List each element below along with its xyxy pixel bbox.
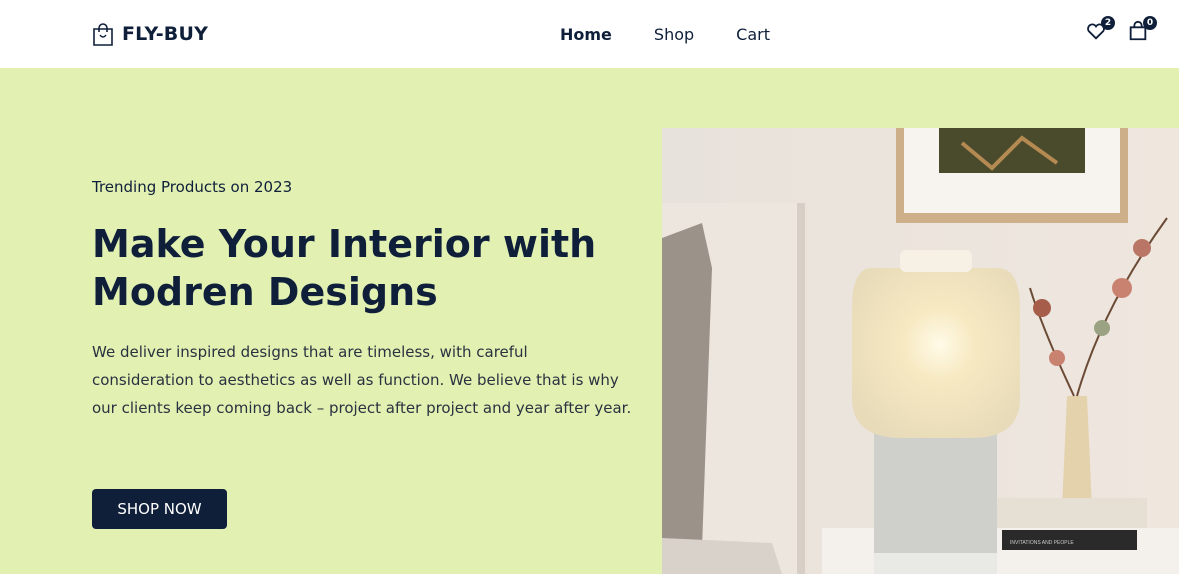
cart-button[interactable]: 0 xyxy=(1127,16,1157,42)
shopping-bag-icon xyxy=(92,22,114,46)
hero-description: We deliver inspired designs that are tim… xyxy=(92,343,632,417)
hero-eyebrow: Trending Products on 2023 xyxy=(92,178,293,196)
nav-cart[interactable]: Cart xyxy=(736,25,770,44)
wishlist-button[interactable]: 2 xyxy=(1085,16,1115,42)
brand-name: FLY-BUY xyxy=(122,23,209,45)
header-icons: 2 0 xyxy=(1085,16,1157,42)
brand-logo[interactable]: FLY-BUY xyxy=(92,22,208,46)
wishlist-count-badge: 2 xyxy=(1101,16,1115,30)
main-nav: Home Shop Cart xyxy=(560,25,770,44)
nav-shop[interactable]: Shop xyxy=(654,25,694,44)
hero-image: INVITATIONS AND PEOPLE xyxy=(662,128,1179,574)
site-header: FLY-BUY Home Shop Cart 2 0 xyxy=(0,0,1179,68)
nav-home[interactable]: Home xyxy=(560,25,612,44)
cart-count-badge: 0 xyxy=(1143,16,1157,30)
shop-now-button[interactable]: SHOP NOW xyxy=(92,489,227,529)
book-spine-text: INVITATIONS AND PEOPLE xyxy=(1010,540,1074,546)
hero-title: Make Your Interior with Modren Designs xyxy=(92,222,597,314)
